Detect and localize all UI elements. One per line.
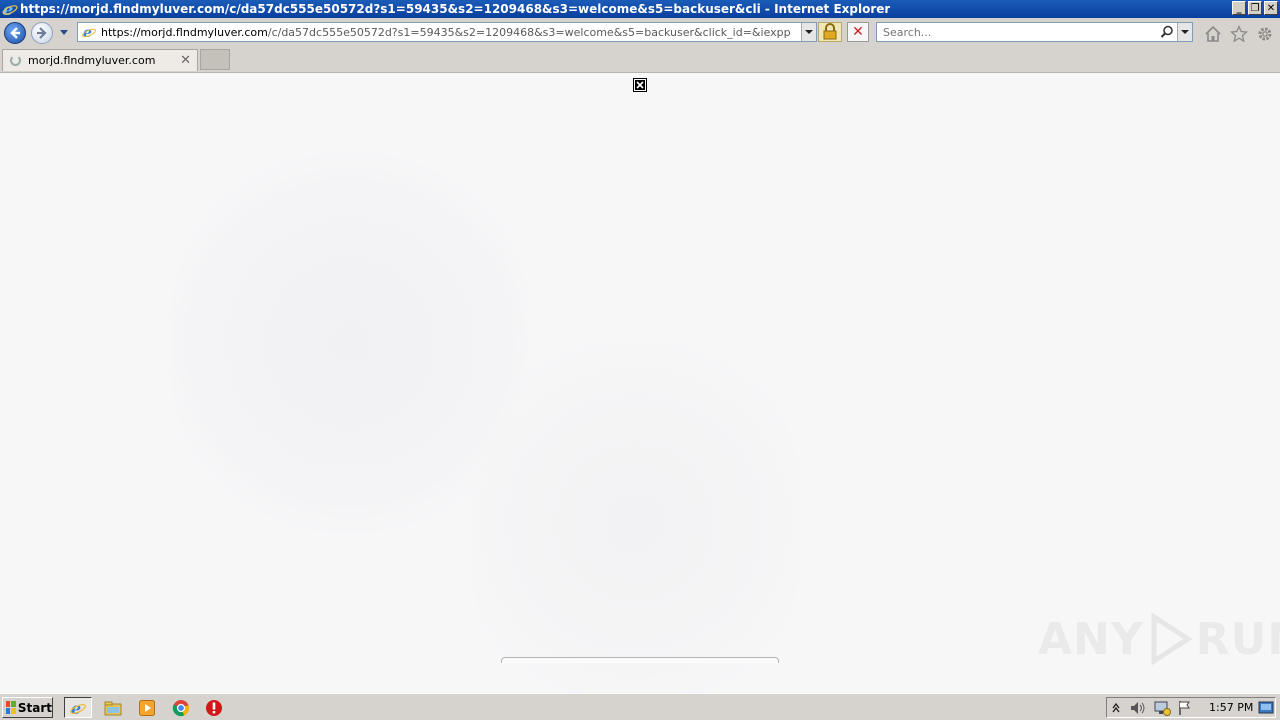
new-tab-button[interactable] [200, 49, 230, 70]
system-tray: 1:57 PM [1106, 697, 1276, 718]
history-dropdown-icon[interactable] [59, 29, 69, 37]
search-box[interactable] [876, 22, 1193, 42]
stop-button[interactable]: ✕ [847, 22, 869, 42]
chevron-down-icon [1181, 30, 1189, 34]
page-ie-icon: e [81, 24, 97, 41]
window-controls: _ ❐ ✕ [1232, 1, 1278, 15]
tab-active[interactable]: morjd.flndmyluver.com ✕ [2, 49, 198, 71]
show-desktop-icon[interactable] [1258, 700, 1274, 716]
page-content: ANY RUN [0, 73, 1280, 693]
watermark-text-left: ANY [1038, 613, 1144, 665]
anyrun-watermark: ANY RUN [1038, 613, 1280, 665]
window-title: https://morjd.flndmyluver.com/c/da57dc55… [20, 2, 891, 16]
ie-icon: e [70, 699, 86, 717]
chrome-icon [172, 699, 190, 716]
tab-label: morjd.flndmyluver.com [28, 54, 156, 67]
address-url[interactable]: https://morjd.flndmyluver.com/c/da57dc55… [101, 26, 791, 39]
media-player-icon [139, 699, 155, 716]
start-button[interactable]: Start [2, 697, 53, 718]
action-center-flag-icon[interactable] [1177, 700, 1193, 716]
forward-arrow-icon [37, 27, 47, 39]
tab-close-icon[interactable]: ✕ [180, 53, 191, 68]
taskbar-chrome[interactable] [167, 697, 195, 718]
start-label: Start [17, 700, 52, 715]
lock-icon [823, 23, 837, 40]
windows-flag-icon [6, 701, 16, 714]
taskbar-internet-explorer[interactable]: e [64, 697, 92, 718]
play-logo-icon [1151, 613, 1192, 665]
navigation-bar: e https://morjd.flndmyluver.com/c/da57dc… [0, 18, 1280, 48]
loading-bar [501, 657, 779, 663]
back-button[interactable] [4, 22, 26, 44]
restore-button[interactable]: ❐ [1248, 1, 1262, 15]
network-icon[interactable] [1153, 699, 1171, 717]
chevron-down-icon [805, 30, 813, 34]
svg-text:e: e [71, 699, 81, 717]
gear-icon[interactable] [1256, 25, 1274, 43]
ie-logo-icon: e [2, 0, 18, 19]
window-titlebar: e https://morjd.flndmyluver.com/c/da57dc… [0, 0, 1280, 19]
search-dropdown-button[interactable] [1177, 23, 1192, 41]
loading-spinner-icon [10, 55, 21, 66]
url-path: /c/da57dc555e50572d?s1=59435&s2=1209468&… [267, 25, 791, 39]
watermark-text-right: RUN [1195, 613, 1280, 665]
taskbar-alert-app[interactable] [200, 697, 228, 718]
favorites-star-icon[interactable] [1230, 25, 1248, 43]
folder-icon [104, 701, 122, 715]
tab-bar: morjd.flndmyluver.com ✕ [0, 48, 1280, 73]
address-dropdown-button[interactable] [801, 23, 816, 41]
security-lock-button[interactable] [818, 22, 842, 42]
overlay-close-button[interactable] [633, 78, 647, 92]
back-arrow-icon [10, 27, 20, 39]
taskbar-media-player[interactable] [133, 697, 161, 718]
address-bar[interactable]: e https://morjd.flndmyluver.com/c/da57dc… [77, 22, 817, 42]
taskbar-explorer[interactable] [99, 697, 127, 718]
system-clock[interactable]: 1:57 PM [1209, 701, 1253, 714]
red-alert-icon [206, 699, 222, 716]
volume-icon[interactable] [1129, 700, 1147, 716]
home-icon[interactable] [1204, 25, 1222, 43]
forward-button[interactable] [31, 22, 53, 44]
toolbar-icons [1204, 25, 1274, 43]
faded-background-image [470, 343, 800, 693]
search-icon[interactable] [1160, 25, 1174, 39]
url-domain: https://morjd.flndmyluver.com [101, 25, 268, 39]
close-window-button[interactable]: ✕ [1264, 1, 1278, 15]
minimize-button[interactable]: _ [1232, 1, 1246, 15]
close-icon [635, 80, 645, 90]
show-hidden-icons-icon[interactable] [1111, 701, 1121, 715]
search-input[interactable] [881, 25, 1155, 40]
taskbar: Start e 1:57 PM [0, 693, 1280, 720]
